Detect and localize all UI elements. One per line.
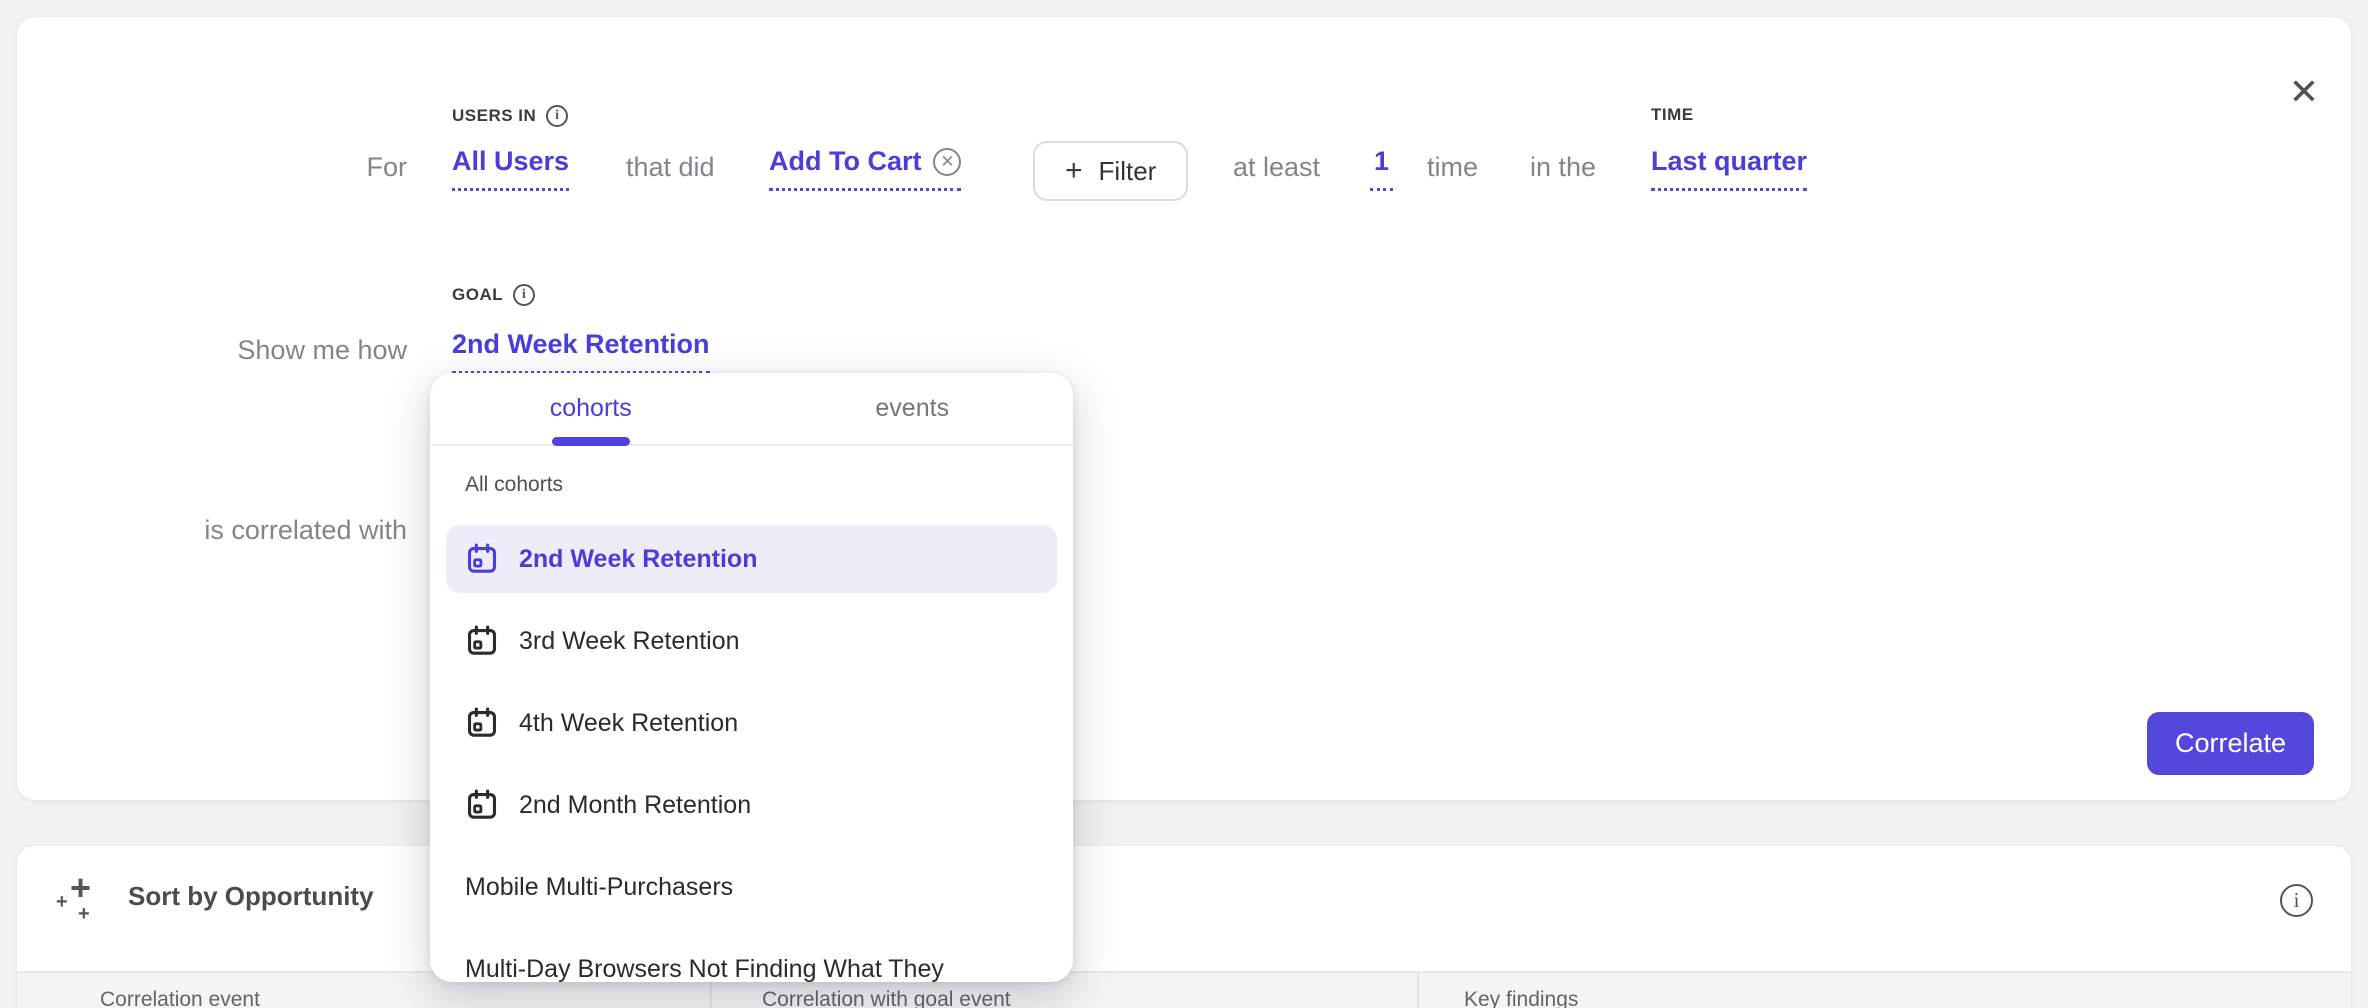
calendar-icon	[465, 624, 499, 658]
users-in-label: USERS IN i	[452, 105, 568, 127]
event-selector[interactable]: Add To Cart ✕	[769, 146, 961, 191]
users-in-label-text: USERS IN	[452, 106, 536, 126]
event-value-text: Add To Cart	[769, 146, 921, 177]
goal-label-text: GOAL	[452, 285, 503, 305]
dropdown-tabs: cohorts events	[430, 373, 1073, 446]
sparkle-icon: + + +	[56, 868, 104, 924]
is-correlated-with-text: is correlated with	[17, 515, 407, 546]
tab-cohorts[interactable]: cohorts	[430, 373, 752, 444]
cohort-section-header: All cohorts	[465, 473, 563, 497]
list-item[interactable]: Mobile Multi-Purchasers	[446, 853, 1057, 921]
goal-label: GOAL i	[452, 284, 535, 306]
users-selector[interactable]: All Users	[452, 146, 569, 191]
cohort-list: 2nd Week Retention 3rd Week Retention 4t…	[430, 525, 1073, 982]
filter-button-label: Filter	[1099, 156, 1157, 187]
goal-selector[interactable]: 2nd Week Retention	[452, 329, 710, 374]
timerange-selector[interactable]: Last quarter	[1651, 146, 1807, 191]
time-unit-text: time	[1427, 152, 1478, 183]
column-header-key-findings: Key findings	[1417, 973, 2351, 1008]
show-me-how-text: Show me how	[17, 335, 407, 366]
goal-picker-dropdown: cohorts events All cohorts 2nd Week Rete…	[430, 373, 1073, 982]
calendar-icon	[465, 706, 499, 740]
calendar-icon	[465, 788, 499, 822]
close-icon[interactable]: ✕	[2279, 67, 2329, 117]
list-item[interactable]: 3rd Week Retention	[446, 607, 1057, 675]
results-table-header: Correlation event Correlation with goal …	[17, 971, 2351, 1008]
info-icon[interactable]: i	[546, 105, 568, 127]
list-item-label: Multi-Day Browsers Not Finding What They	[465, 955, 944, 983]
list-item-label: 3rd Week Retention	[519, 627, 740, 656]
list-item-label: 2nd Month Retention	[519, 791, 751, 820]
correlate-button[interactable]: Correlate	[2147, 712, 2314, 775]
sort-button-label: Sort by Opportunity	[128, 881, 374, 912]
that-did-text: that did	[626, 152, 715, 183]
remove-event-icon[interactable]: ✕	[933, 148, 961, 176]
active-tab-indicator	[552, 437, 630, 446]
add-filter-button[interactable]: + Filter	[1033, 141, 1188, 201]
time-label: TIME	[1651, 105, 1694, 125]
sort-by-opportunity-button[interactable]: + + + Sort by Opportunity	[56, 868, 374, 924]
list-item[interactable]: 2nd Month Retention	[446, 771, 1057, 839]
list-item[interactable]: Multi-Day Browsers Not Finding What They	[446, 935, 1057, 982]
time-label-text: TIME	[1651, 105, 1694, 125]
tab-cohorts-label: cohorts	[550, 394, 632, 423]
calendar-icon	[465, 542, 499, 576]
plus-icon: +	[1065, 156, 1083, 186]
list-item[interactable]: 4th Week Retention	[446, 689, 1057, 757]
at-least-text: at least	[1233, 152, 1320, 183]
panel-info-icon[interactable]: i	[2280, 884, 2313, 917]
query-builder-card: USERS IN i TIME For All Users that did A…	[17, 17, 2351, 800]
list-item[interactable]: 2nd Week Retention	[446, 525, 1057, 593]
tab-events[interactable]: events	[752, 373, 1074, 444]
count-selector[interactable]: 1	[1370, 146, 1393, 191]
tab-events-label: events	[875, 394, 949, 423]
list-item-label: 4th Week Retention	[519, 709, 738, 738]
for-text: For	[17, 152, 407, 183]
list-item-label: Mobile Multi-Purchasers	[465, 873, 733, 902]
in-the-text: in the	[1530, 152, 1596, 183]
info-icon[interactable]: i	[513, 284, 535, 306]
list-item-label: 2nd Week Retention	[519, 545, 757, 574]
